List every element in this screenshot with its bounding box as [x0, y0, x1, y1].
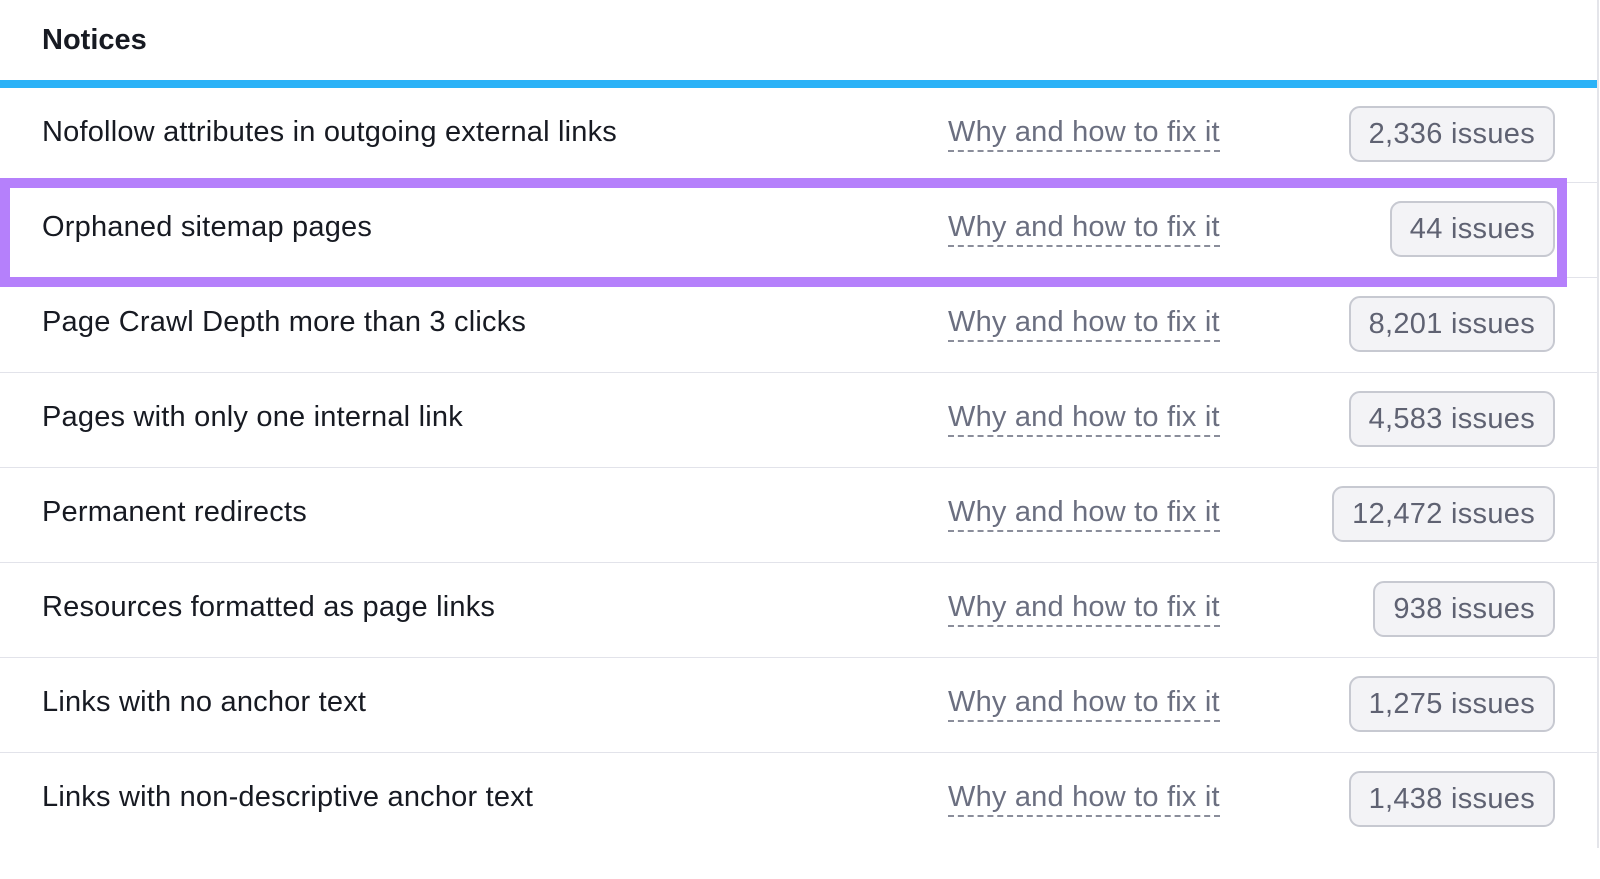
notice-row-permanent-redirects: Permanent redirects Why and how to fix i… [0, 468, 1597, 563]
why-and-how-to-fix-link[interactable]: Why and how to fix it [948, 211, 1220, 247]
notice-title: Resources formatted as page links [42, 591, 496, 623]
issues-count-badge[interactable]: 2,336 issues [1348, 106, 1555, 162]
notices-header: Notices [0, 0, 1597, 80]
issues-count-badge[interactable]: 44 issues [1389, 201, 1555, 257]
why-and-how-to-fix-link[interactable]: Why and how to fix it [948, 591, 1220, 627]
why-and-how-to-fix-link[interactable]: Why and how to fix it [948, 306, 1220, 342]
why-and-how-to-fix-link[interactable]: Why and how to fix it [948, 116, 1220, 152]
header-accent-bar [0, 80, 1597, 88]
issues-count-badge[interactable]: 1,438 issues [1348, 771, 1555, 827]
notice-row-crawl-depth: Page Crawl Depth more than 3 clicks Why … [0, 278, 1597, 373]
notice-title: Permanent redirects [42, 496, 307, 528]
notice-title: Page Crawl Depth more than 3 clicks [42, 306, 527, 338]
issues-count-badge[interactable]: 4,583 issues [1348, 391, 1555, 447]
why-and-how-to-fix-link[interactable]: Why and how to fix it [948, 686, 1220, 722]
notice-title: Links with non-descriptive anchor text [42, 781, 534, 813]
issues-count-badge[interactable]: 8,201 issues [1348, 296, 1555, 352]
notice-row-resources-as-links: Resources formatted as page links Why an… [0, 563, 1597, 658]
notices-list: Nofollow attributes in outgoing external… [0, 88, 1597, 847]
notice-title: Orphaned sitemap pages [42, 211, 373, 243]
notice-row-nofollow: Nofollow attributes in outgoing external… [0, 88, 1597, 183]
notice-row-no-anchor-text: Links with no anchor text Why and how to… [0, 658, 1597, 753]
notice-title: Pages with only one internal link [42, 401, 463, 433]
why-and-how-to-fix-link[interactable]: Why and how to fix it [948, 496, 1220, 532]
notice-row-non-descriptive-anchor: Links with non-descriptive anchor text W… [0, 753, 1597, 847]
why-and-how-to-fix-link[interactable]: Why and how to fix it [948, 401, 1220, 437]
notice-row-one-internal-link: Pages with only one internal link Why an… [0, 373, 1597, 468]
notice-title: Links with no anchor text [42, 686, 367, 718]
issues-count-badge[interactable]: 12,472 issues [1332, 486, 1555, 542]
notice-title: Nofollow attributes in outgoing external… [42, 116, 618, 148]
issues-count-badge[interactable]: 938 issues [1373, 581, 1555, 637]
notices-panel: Notices Nofollow attributes in outgoing … [0, 0, 1599, 848]
why-and-how-to-fix-link[interactable]: Why and how to fix it [948, 781, 1220, 817]
issues-count-badge[interactable]: 1,275 issues [1348, 676, 1555, 732]
section-title: Notices [42, 24, 147, 56]
notice-row-orphaned-sitemap: Orphaned sitemap pages Why and how to fi… [0, 183, 1597, 278]
